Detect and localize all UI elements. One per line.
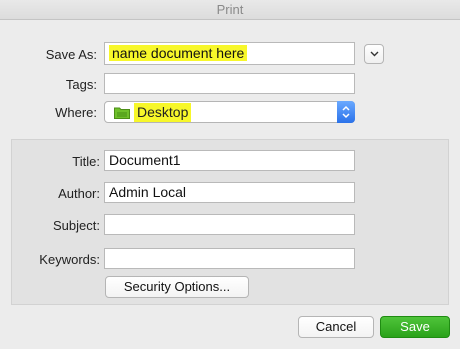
save-as-field[interactable]: name document here bbox=[104, 42, 355, 65]
save-as-value: name document here bbox=[109, 45, 248, 61]
chevron-down-icon bbox=[370, 51, 379, 57]
title-field[interactable]: Document1 bbox=[104, 150, 355, 171]
expand-button[interactable] bbox=[364, 44, 384, 64]
where-value: Desktop bbox=[134, 103, 192, 122]
stepper-arrows bbox=[337, 101, 355, 123]
tags-field[interactable] bbox=[104, 73, 355, 94]
window-title: Print bbox=[0, 0, 460, 20]
keywords-field[interactable] bbox=[104, 248, 355, 269]
security-options-button[interactable]: Security Options... bbox=[105, 276, 249, 298]
where-popup[interactable]: Desktop bbox=[104, 101, 355, 123]
up-down-arrows-icon bbox=[342, 105, 350, 119]
folder-icon bbox=[114, 107, 130, 119]
author-field[interactable]: Admin Local bbox=[104, 182, 355, 203]
author-label: Author: bbox=[58, 186, 100, 201]
subject-label: Subject: bbox=[53, 218, 100, 233]
title-label: Title: bbox=[72, 154, 100, 169]
where-label: Where: bbox=[55, 105, 97, 120]
subject-field[interactable] bbox=[104, 214, 355, 235]
cancel-button[interactable]: Cancel bbox=[298, 316, 374, 338]
keywords-label: Keywords: bbox=[39, 252, 100, 267]
save-as-label: Save As: bbox=[45, 47, 97, 62]
save-button[interactable]: Save bbox=[380, 316, 450, 338]
tags-label: Tags: bbox=[65, 77, 97, 92]
